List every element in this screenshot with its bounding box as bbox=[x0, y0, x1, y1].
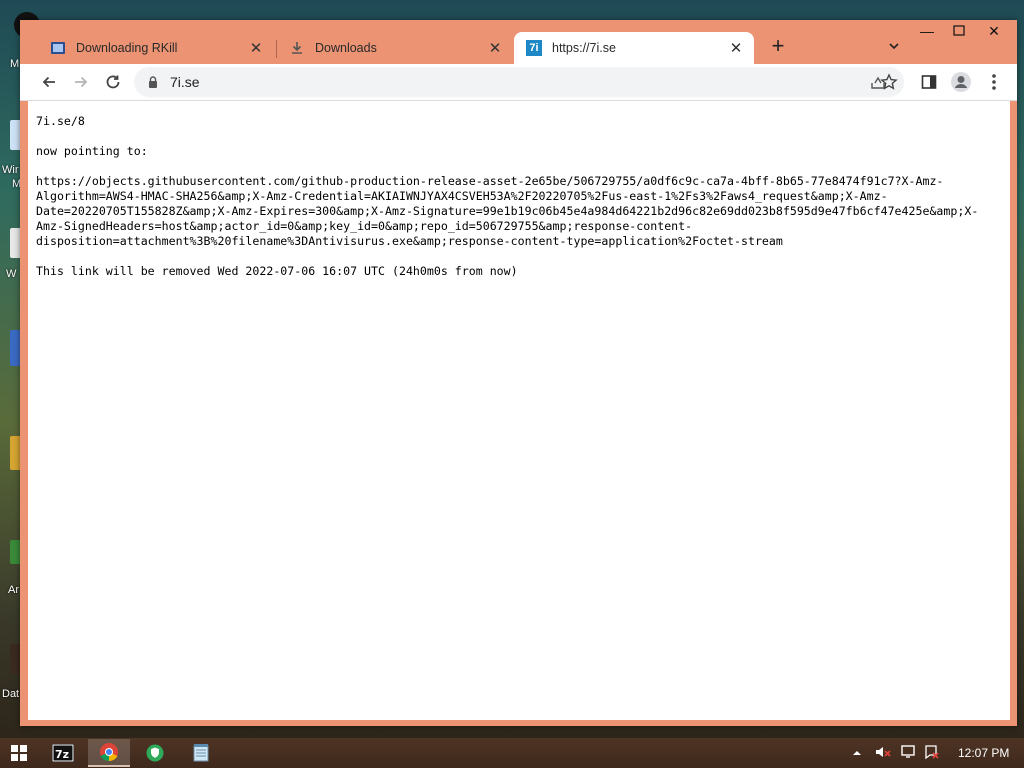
target-url-line: Algorithm=AWS4-HMAC-SHA256&amp;X-Amz-Cre… bbox=[36, 189, 888, 203]
address-text[interactable]: 7i.se bbox=[170, 74, 200, 90]
pointing-label: now pointing to: bbox=[36, 144, 148, 158]
menu-button[interactable] bbox=[981, 70, 1007, 94]
svg-text:7z: 7z bbox=[55, 748, 69, 761]
avatar-icon bbox=[951, 72, 971, 92]
tab-7i-se[interactable]: 7i https://7i.se ✕ bbox=[514, 32, 754, 64]
target-url-line: Date=20220705T155828Z&amp;X-Amz-Expires=… bbox=[36, 204, 979, 218]
close-icon[interactable]: ✕ bbox=[726, 39, 746, 57]
network-icon[interactable] bbox=[900, 744, 918, 763]
volume-muted-icon[interactable] bbox=[874, 744, 892, 763]
browser-toolbar: 7i.se bbox=[20, 64, 1017, 101]
removal-notice: This link will be removed Wed 2022-07-06… bbox=[36, 264, 518, 278]
windows-icon bbox=[11, 745, 27, 761]
star-icon bbox=[880, 73, 898, 90]
7zip-icon[interactable]: 7z bbox=[42, 739, 84, 767]
profile-button[interactable] bbox=[948, 70, 974, 94]
target-url-line: disposition=attachment%3B%20filename%3DA… bbox=[36, 234, 783, 248]
lock-icon[interactable] bbox=[146, 75, 160, 89]
show-hidden-icons-icon[interactable] bbox=[850, 746, 864, 760]
tab-title: Downloading RKill bbox=[76, 41, 178, 55]
download-icon bbox=[289, 40, 305, 56]
new-tab-button[interactable]: + bbox=[765, 34, 791, 60]
desktop-label: Wir bbox=[2, 164, 19, 176]
tab-title: Downloads bbox=[315, 41, 377, 55]
reload-button[interactable] bbox=[100, 70, 126, 94]
back-button[interactable] bbox=[36, 70, 62, 94]
tab-strip: Downloading RKill ✕ Downloads ✕ 7i https… bbox=[20, 20, 1017, 64]
system-tray: 12:07 PM bbox=[850, 738, 1009, 768]
desktop-label: M bbox=[10, 58, 20, 70]
shield-app-icon[interactable] bbox=[134, 739, 176, 767]
close-icon[interactable]: ✕ bbox=[485, 39, 505, 57]
target-url-line: https://objects.githubusercontent.com/gi… bbox=[36, 174, 944, 188]
page-content: 7i.se/8 now pointing to: https://objects… bbox=[28, 101, 1010, 720]
tab-search-button[interactable] bbox=[884, 36, 904, 56]
close-icon[interactable]: ✕ bbox=[246, 39, 266, 57]
close-window-button[interactable]: ✕ bbox=[978, 20, 1010, 42]
clock[interactable]: 12:07 PM bbox=[958, 746, 1009, 760]
forward-arrow-icon bbox=[75, 76, 88, 88]
side-panel-button[interactable] bbox=[916, 70, 942, 94]
target-url-line: Amz-SignedHeaders=host&amp;actor_id=0&am… bbox=[36, 219, 693, 233]
back-arrow-icon bbox=[42, 76, 55, 88]
minimize-button[interactable]: — bbox=[911, 20, 943, 42]
action-center-icon[interactable] bbox=[924, 744, 940, 763]
browser-window: Downloading RKill ✕ Downloads ✕ 7i https… bbox=[20, 20, 1017, 726]
more-vert-icon bbox=[992, 74, 996, 90]
start-button[interactable] bbox=[0, 739, 38, 767]
short-link-text: 7i.se/8 bbox=[36, 114, 85, 128]
desktop-label: Dat bbox=[2, 688, 20, 700]
address-bar[interactable]: 7i.se bbox=[134, 67, 904, 97]
maximize-button[interactable] bbox=[943, 20, 975, 42]
reload-icon bbox=[106, 75, 120, 89]
notepad-icon[interactable] bbox=[180, 739, 222, 767]
chevron-down-icon bbox=[889, 43, 899, 50]
chrome-icon[interactable] bbox=[88, 739, 130, 767]
bookmark-star-button[interactable] bbox=[876, 70, 902, 94]
tab-title: https://7i.se bbox=[552, 41, 616, 55]
7i-favicon: 7i bbox=[526, 40, 542, 56]
forward-button[interactable] bbox=[68, 70, 94, 94]
maximize-icon bbox=[953, 25, 965, 36]
desktop-label: Ar bbox=[8, 584, 19, 596]
taskbar: 7z 12:07 PM bbox=[0, 738, 1024, 768]
tab-downloads[interactable]: Downloads ✕ bbox=[277, 32, 513, 64]
side-panel-icon bbox=[921, 75, 937, 89]
rkill-icon bbox=[50, 40, 66, 56]
desktop-label: W bbox=[6, 268, 17, 280]
favicon-text: 7i bbox=[529, 42, 539, 54]
tab-downloading-rkill[interactable]: Downloading RKill ✕ bbox=[38, 32, 274, 64]
